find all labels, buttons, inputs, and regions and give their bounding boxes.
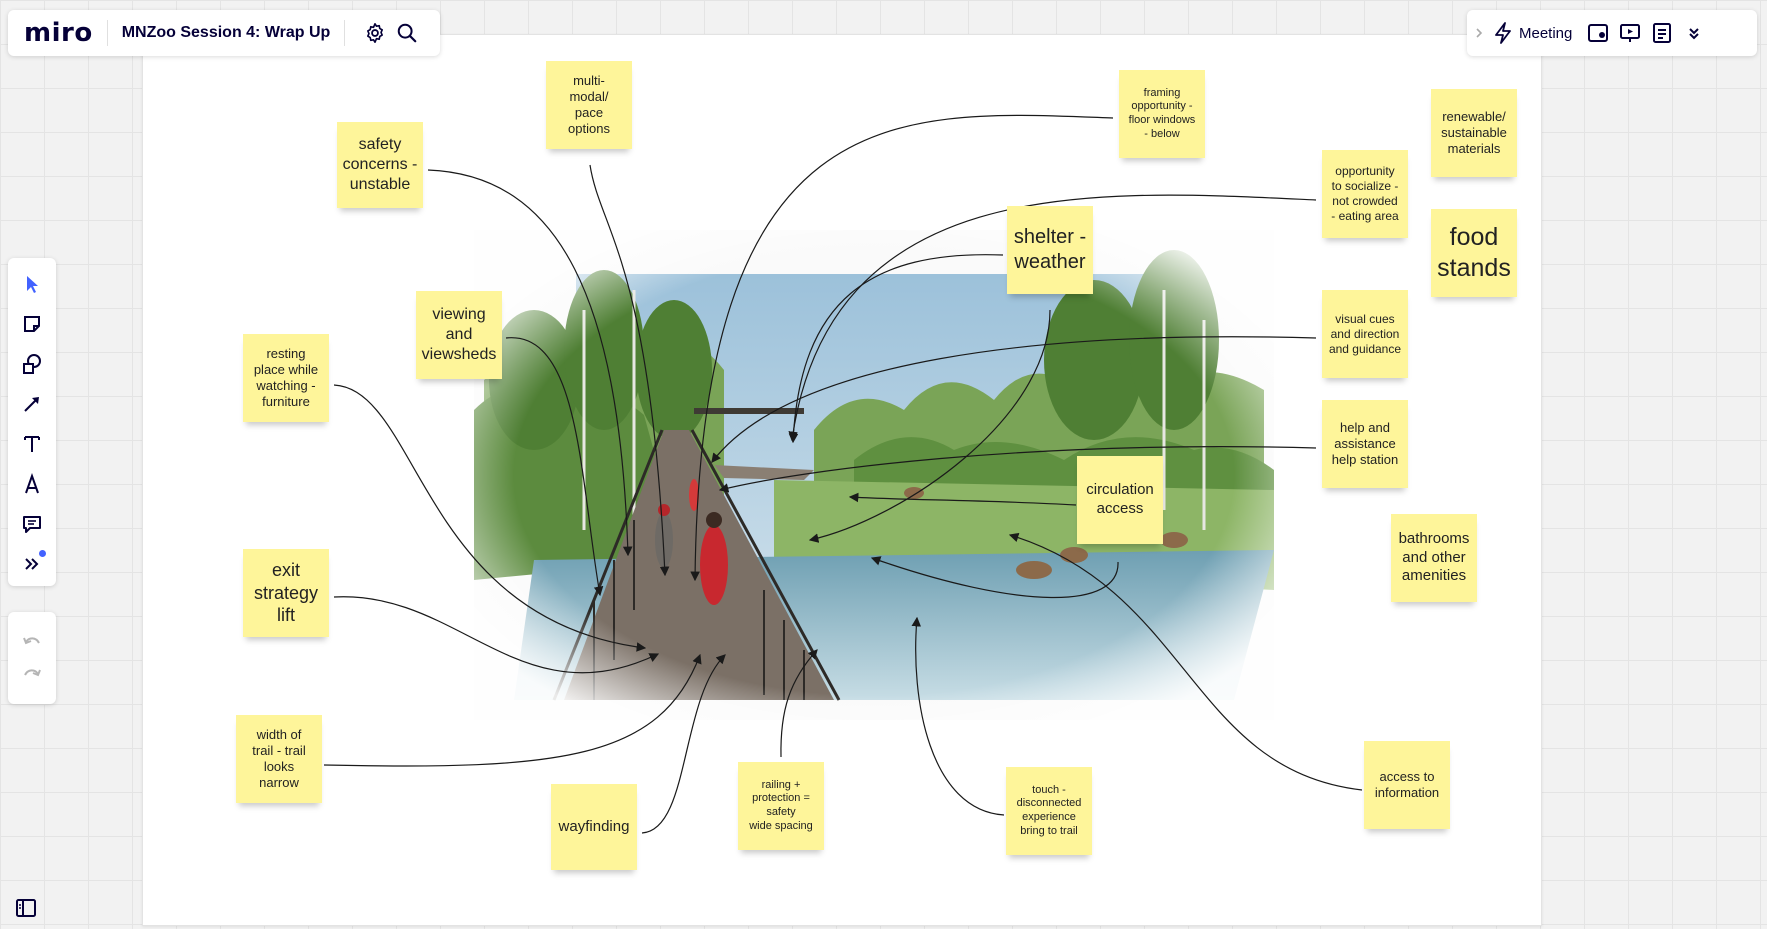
divider bbox=[106, 20, 108, 46]
sticky-note-opportunity-socialize[interactable]: opportunity to socialize - not crowded -… bbox=[1322, 150, 1408, 238]
collaboration-panel: Meeting bbox=[1467, 10, 1757, 56]
sticky-note-multi-modal[interactable]: multi- modal/ pace options bbox=[546, 61, 632, 149]
sidebar-panel-icon bbox=[15, 898, 37, 923]
sticky-note-icon[interactable] bbox=[14, 308, 50, 340]
presentation-icon[interactable] bbox=[1614, 17, 1646, 49]
sticky-note-circulation-access[interactable]: circulation access bbox=[1077, 456, 1163, 544]
sticky-note-wayfinding[interactable]: wayfinding bbox=[551, 784, 637, 870]
sticky-note-width-of-trail[interactable]: width of trail - trail looks narrow bbox=[236, 715, 322, 803]
more-tools-icon[interactable] bbox=[14, 548, 50, 580]
sticky-note-help-assistance[interactable]: help and assistance help station bbox=[1322, 400, 1408, 488]
board-header-panel: miro MNZoo Session 4: Wrap Up bbox=[8, 10, 440, 56]
notification-dot bbox=[39, 550, 46, 557]
board-title[interactable]: MNZoo Session 4: Wrap Up bbox=[122, 24, 331, 42]
pen-icon[interactable] bbox=[14, 468, 50, 500]
meeting-label[interactable]: Meeting bbox=[1519, 25, 1572, 42]
shapes-icon[interactable] bbox=[14, 348, 50, 380]
sticky-note-touch-disconnected[interactable]: touch - disconnected experience bring to… bbox=[1006, 767, 1092, 855]
divider bbox=[344, 20, 346, 46]
search-icon[interactable] bbox=[391, 17, 423, 49]
sticky-note-framing-opportunity[interactable]: framing opportunity - floor windows - be… bbox=[1119, 70, 1205, 158]
comment-icon[interactable] bbox=[14, 508, 50, 540]
undo-redo-panel bbox=[8, 612, 56, 704]
sticky-note-exit-strategy[interactable]: exit strategy lift bbox=[243, 549, 329, 637]
lightning-icon[interactable] bbox=[1491, 17, 1515, 49]
double-chevron-down-icon[interactable] bbox=[1678, 17, 1710, 49]
sticky-note-shelter-weather[interactable]: shelter - weather bbox=[1007, 206, 1093, 294]
sticky-note-renewable-materials[interactable]: renewable/ sustainable materials bbox=[1431, 89, 1517, 177]
sticky-note-food-stands[interactable]: food stands bbox=[1431, 209, 1517, 297]
gear-icon[interactable] bbox=[359, 17, 391, 49]
sticky-note-access-to-information[interactable]: access to information bbox=[1364, 741, 1450, 829]
notes-icon[interactable] bbox=[1646, 17, 1678, 49]
sticky-note-resting-place[interactable]: resting place while watching - furniture bbox=[243, 334, 329, 422]
chevron-right-icon[interactable] bbox=[1467, 17, 1491, 49]
text-icon[interactable] bbox=[14, 428, 50, 460]
arrow-line-icon[interactable] bbox=[14, 388, 50, 420]
timer-card-icon[interactable] bbox=[1582, 17, 1614, 49]
sticky-note-railing-protection[interactable]: railing + protection = safety wide spaci… bbox=[738, 762, 824, 850]
miro-logo[interactable]: miro bbox=[24, 18, 93, 48]
redo-icon[interactable] bbox=[16, 658, 48, 690]
undo-icon[interactable] bbox=[16, 626, 48, 658]
sticky-note-bathrooms-amenities[interactable]: bathrooms and other amenities bbox=[1391, 514, 1477, 602]
frames-panel-button[interactable] bbox=[8, 893, 44, 927]
sticky-note-safety-concerns[interactable]: safety concerns - unstable bbox=[337, 122, 423, 208]
creation-toolbar bbox=[8, 258, 56, 586]
select-cursor-icon[interactable] bbox=[14, 268, 50, 300]
sticky-note-viewing-viewsheds[interactable]: viewing and viewsheds bbox=[416, 291, 502, 379]
sticky-note-visual-cues[interactable]: visual cues and direction and guidance bbox=[1322, 290, 1408, 378]
